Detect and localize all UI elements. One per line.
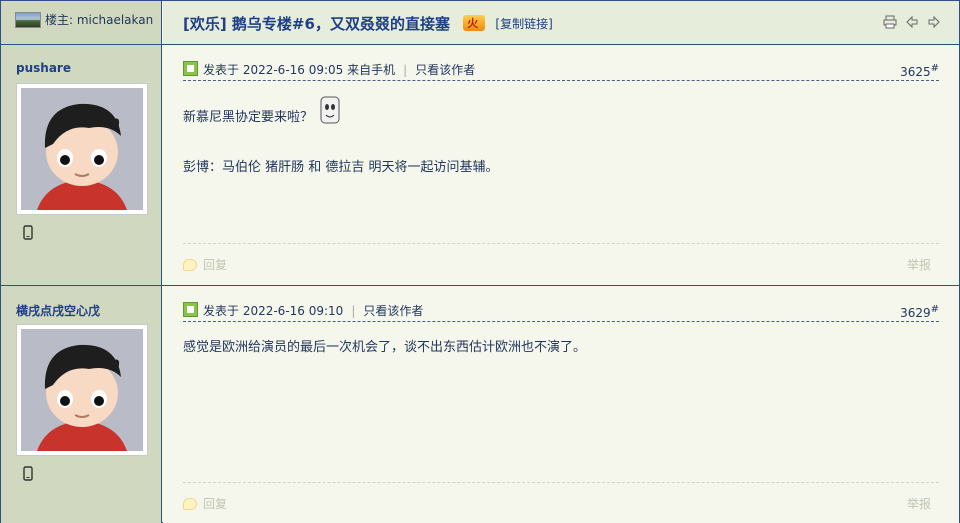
- avatar[interactable]: [16, 324, 148, 456]
- author-panel: pushare: [1, 45, 162, 285]
- smiley-icon: [319, 95, 341, 125]
- print-icon[interactable]: [883, 15, 897, 29]
- divider: |: [351, 304, 356, 318]
- mobile-icon: [23, 466, 33, 481]
- username[interactable]: pushare: [16, 61, 71, 75]
- post-content-line: 感觉是欧洲给演员的最后一次机会了，谈不出东西估计欧洲也不演了。: [183, 340, 587, 355]
- divider: |: [403, 63, 408, 77]
- post-body: 发表于 2022-6-16 09:05 来自手机 | 只看该作者 3625# 新慕尼…: [163, 45, 959, 285]
- thread-header: 楼主: michaelakan [欢乐] 鹅乌专楼#6，又双叒叕的直接塞 [复制…: [1, 1, 959, 45]
- post: 横戌点戌空心戊 发表于 2022-6-16 09:10 | 只看该作者 3629…: [1, 286, 959, 523]
- only-author-link[interactable]: 只看该作者: [363, 304, 423, 318]
- reply-button[interactable]: 回复: [183, 495, 227, 512]
- owner-panel: 楼主: michaelakan: [1, 1, 162, 44]
- reply-icon: [183, 498, 197, 510]
- post-time: 发表于 2022-6-16 09:05 来自手机: [203, 63, 396, 77]
- thread-tools: [883, 15, 941, 29]
- hot-icon: [463, 15, 486, 31]
- only-author-link[interactable]: 只看该作者: [415, 63, 475, 77]
- report-button[interactable]: 举报: [907, 256, 931, 273]
- post-content: 新慕尼黑协定要来啦？: [183, 95, 341, 125]
- post-footer: 回复 举报: [183, 243, 939, 277]
- author-panel: 横戌点戌空心戊: [1, 286, 162, 523]
- avatar[interactable]: [16, 83, 148, 215]
- floor-number-value: 3629: [900, 306, 931, 320]
- username[interactable]: 横戌点戌空心戊: [16, 302, 100, 319]
- forum-thread: 楼主: michaelakan [欢乐] 鹅乌专楼#6，又双叒叕的直接塞 [复制…: [0, 0, 960, 523]
- online-status-icon: [183, 61, 198, 76]
- floor-number[interactable]: 3625#: [900, 63, 939, 79]
- arrow-left-icon[interactable]: [905, 15, 919, 29]
- title-bar: [欢乐] 鹅乌专楼#6，又双叒叕的直接塞 [复制链接]: [163, 1, 959, 44]
- mobile-icon: [23, 225, 33, 240]
- floor-number-value: 3625: [900, 65, 931, 79]
- owner-label[interactable]: 楼主: michaelakan: [45, 11, 153, 28]
- thread-title-text[interactable]: [欢乐] 鹅乌专楼#6，又双叒叕的直接塞: [183, 15, 450, 33]
- post-body: 发表于 2022-6-16 09:10 | 只看该作者 3629# 感觉是欧洲给演员…: [163, 286, 959, 523]
- reply-button[interactable]: 回复: [183, 256, 227, 273]
- reply-icon: [183, 259, 197, 271]
- post: pushare 发表于 2022-6-16 09:05 来自手机 | 只看该作者…: [1, 45, 959, 286]
- copy-link-button[interactable]: [复制链接]: [495, 17, 552, 31]
- thread-title: [欢乐] 鹅乌专楼#6，又双叒叕的直接塞 [复制链接]: [183, 13, 553, 34]
- post-content-line: 彭博：马伯伦 猪肝肠 和 德拉吉 明天将一起访问基辅。: [183, 160, 499, 175]
- post-meta-text: 发表于 2022-6-16 09:05 来自手机 | 只看该作者: [203, 61, 475, 78]
- floor-mark: #: [930, 63, 939, 74]
- post-meta: 发表于 2022-6-16 09:05 来自手机 | 只看该作者 3625#: [183, 61, 939, 81]
- floor-mark: #: [930, 304, 939, 315]
- arrow-right-icon[interactable]: [927, 15, 941, 29]
- post-footer: 回复 举报: [183, 482, 939, 516]
- floor-number[interactable]: 3629#: [900, 304, 939, 320]
- post-meta: 发表于 2022-6-16 09:10 | 只看该作者 3629#: [183, 302, 939, 322]
- post-meta-text: 发表于 2022-6-16 09:10 | 只看该作者: [203, 302, 423, 319]
- reply-label: 回复: [203, 497, 228, 511]
- owner-avatar[interactable]: [15, 12, 41, 28]
- post-line: 新慕尼黑协定要来啦？: [183, 110, 314, 125]
- online-status-icon: [183, 302, 198, 317]
- reply-label: 回复: [203, 258, 228, 272]
- report-button[interactable]: 举报: [907, 495, 931, 512]
- post-time: 发表于 2022-6-16 09:10: [203, 304, 344, 318]
